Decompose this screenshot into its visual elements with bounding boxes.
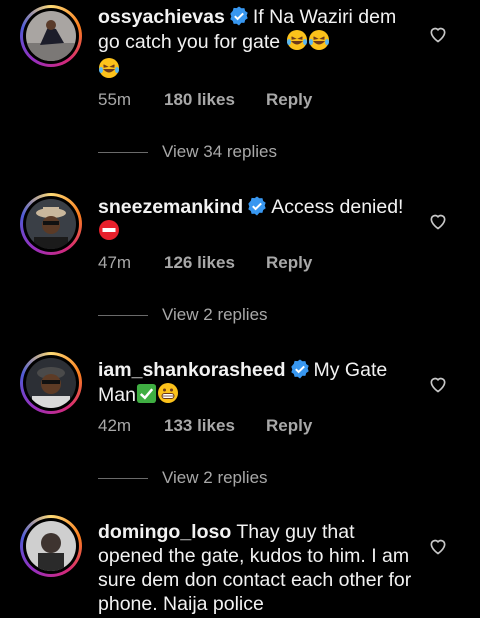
view-replies-button[interactable]: View 2 replies — [98, 305, 268, 325]
verified-badge-icon — [290, 359, 309, 379]
timestamp: 42m — [98, 416, 132, 435]
likes-count[interactable]: 133 likes — [164, 416, 266, 436]
view-replies-button[interactable]: View 2 replies — [98, 468, 268, 488]
verified-badge-icon — [230, 6, 248, 26]
avatar[interactable] — [26, 199, 76, 249]
view-replies-label: View 34 replies — [162, 142, 277, 161]
comment-meta: 55m 180 likes Reply — [98, 90, 312, 110]
view-replies-button[interactable]: View 34 replies — [98, 142, 277, 162]
username[interactable]: ossyachievas — [98, 6, 225, 28]
view-replies-label: View 2 replies — [162, 468, 268, 487]
comment-meta: 42m 133 likes Reply — [98, 416, 312, 436]
comment-text: ossyachievas If Na Waziri dem go catch yo… — [98, 5, 416, 85]
timestamp: 47m — [98, 253, 132, 272]
avatar-ring[interactable] — [20, 515, 82, 577]
comment-meta: 47m 126 likes Reply — [98, 253, 312, 273]
comment-text: domingo_loso Thay guy that opened the ga… — [98, 520, 416, 616]
view-replies-label: View 2 replies — [162, 305, 268, 324]
divider — [98, 314, 148, 316]
no-entry-icon — [98, 219, 120, 247]
avatar-ring[interactable] — [20, 193, 82, 255]
like-heart-icon[interactable] — [428, 536, 448, 556]
laughing-tears-icon — [286, 29, 308, 57]
like-heart-icon[interactable] — [428, 211, 448, 231]
avatar-ring[interactable] — [20, 5, 82, 67]
avatar-ring[interactable] — [20, 352, 82, 414]
like-heart-icon[interactable] — [428, 374, 448, 394]
grin-icon — [157, 382, 179, 410]
avatar[interactable] — [26, 521, 76, 571]
likes-count[interactable]: 180 likes — [164, 90, 266, 110]
like-heart-icon[interactable] — [428, 24, 448, 44]
username[interactable]: sneezemankind — [98, 196, 243, 218]
username[interactable]: domingo_loso — [98, 521, 231, 543]
comment-body: Access denied! — [271, 196, 404, 218]
divider — [98, 151, 148, 153]
reply-button[interactable]: Reply — [266, 253, 312, 273]
avatar[interactable] — [26, 358, 76, 408]
reply-button[interactable]: Reply — [266, 416, 312, 436]
likes-count[interactable]: 126 likes — [164, 253, 266, 273]
avatar[interactable] — [26, 11, 76, 61]
timestamp: 55m — [98, 90, 132, 109]
check-mark-icon — [136, 383, 157, 410]
username[interactable]: iam_shankorasheed — [98, 359, 286, 381]
divider — [98, 477, 148, 479]
reply-button[interactable]: Reply — [266, 90, 312, 110]
laughing-tears-icon — [98, 57, 120, 85]
comment-text: iam_shankorasheed My Gate Man — [98, 358, 416, 410]
verified-badge-icon — [248, 196, 266, 216]
laughing-tears-icon — [308, 29, 330, 57]
comment-text: sneezemankind Access denied! — [98, 195, 416, 247]
